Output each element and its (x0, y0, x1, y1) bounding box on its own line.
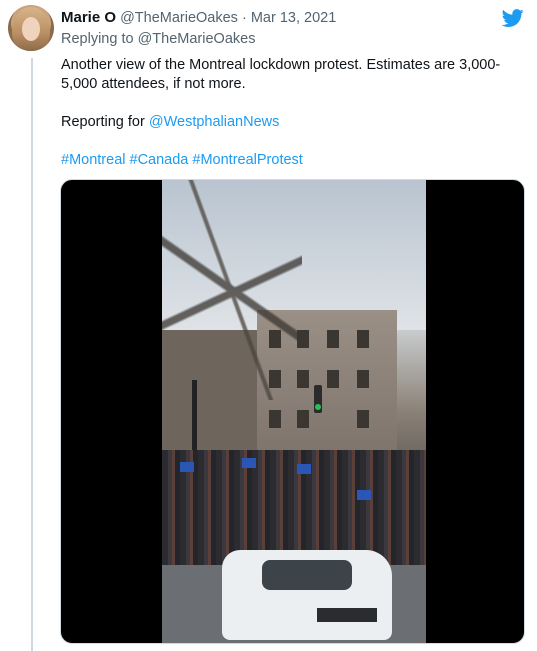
replying-label: Replying to (61, 31, 134, 47)
avatar[interactable] (8, 5, 54, 51)
tweet-date[interactable]: Mar 13, 2021 (251, 10, 336, 26)
thread-line (31, 58, 33, 651)
user-handle[interactable]: @TheMarieOakes (120, 10, 238, 26)
hashtag-link[interactable]: #MontrealProtest (192, 152, 302, 168)
replying-to: Replying to @TheMarieOakes (61, 31, 255, 47)
tweet-body: Another view of the Montreal lockdown pr… (61, 56, 521, 170)
twitter-bird-icon[interactable] (501, 7, 525, 29)
video-player[interactable] (60, 179, 525, 644)
tweet-header: Marie O @TheMarieOakes · Mar 13, 2021 (61, 9, 497, 26)
reporting-label: Reporting for (61, 114, 149, 130)
hashtag-link[interactable]: #Montreal (61, 152, 125, 168)
replying-mention[interactable]: @TheMarieOakes (138, 31, 256, 47)
car-image (222, 550, 392, 640)
mention-link[interactable]: @WestphalianNews (149, 114, 280, 130)
tweet-text-line: Another view of the Montreal lockdown pr… (61, 57, 501, 92)
hashtags: #Montreal #Canada #MontrealProtest (61, 151, 521, 170)
hashtag-link[interactable]: #Canada (130, 152, 189, 168)
video-frame[interactable] (162, 180, 426, 643)
reporting-line: Reporting for @WestphalianNews (61, 113, 521, 132)
display-name[interactable]: Marie O (61, 9, 116, 26)
separator-dot: · (241, 10, 247, 26)
